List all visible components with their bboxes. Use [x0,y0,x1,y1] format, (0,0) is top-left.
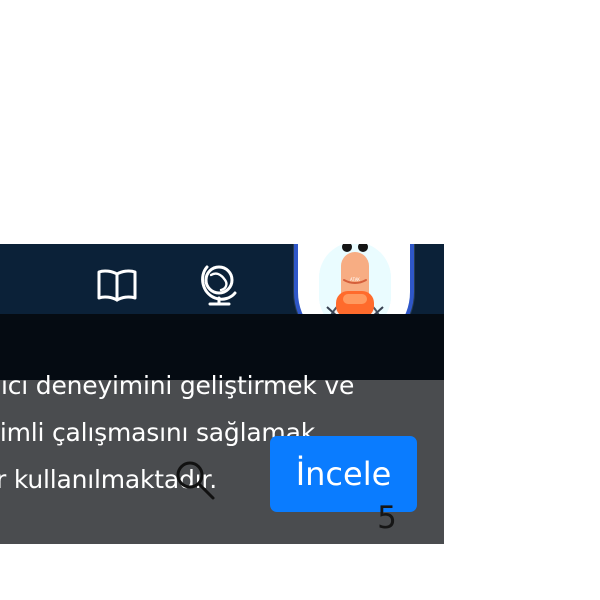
cookie-notice-line-1: ıcı deneyimini geliştirmek ve [1,371,355,400]
book-open-icon[interactable] [96,268,138,304]
app-frame: ATAK ıcı deneyimini geliştirmek ve verim… [0,244,444,544]
avatar-badge-text: ATAK [350,277,360,282]
globe-icon[interactable] [200,262,240,306]
screen: ATAK ıcı deneyimini geliştirmek ve verim… [0,0,600,600]
magnifier-icon[interactable] [174,459,216,501]
cookie-notice-banner: ıcı deneyimini geliştirmek ve verimli ça… [0,371,444,544]
top-navigation-bar: ATAK [0,244,444,352]
counter-digit: 5 [377,500,397,536]
